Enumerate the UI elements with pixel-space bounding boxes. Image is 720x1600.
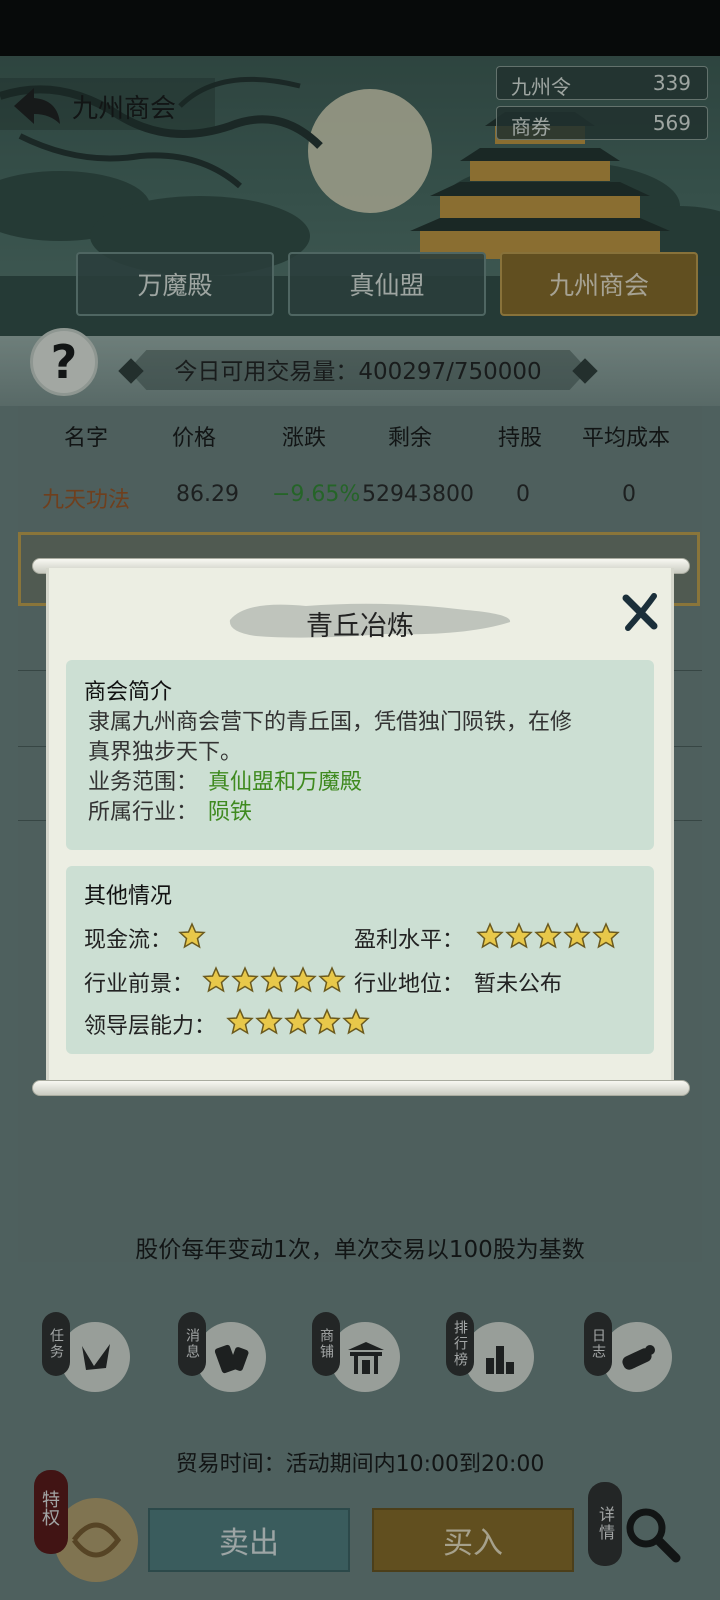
star-icon — [226, 1008, 254, 1035]
intro-line-2: 真界独步天下。 — [88, 740, 243, 765]
profit-rating — [476, 922, 620, 950]
intro-section: 商会简介 隶属九州商会营下的青丘国，凭借独门陨铁，在修 真界独步天下。 业务范围… — [66, 660, 654, 850]
other-heading: 其他情况 — [84, 884, 173, 909]
star-icon — [505, 922, 533, 949]
cashflow-label: 现金流： — [84, 928, 173, 953]
profit-label: 盈利水平： — [354, 928, 465, 953]
scope-value: 真仙盟和万魔殿 — [208, 770, 363, 795]
star-icon — [592, 922, 620, 949]
star-icon — [313, 1008, 341, 1035]
prospect-label: 行业前景： — [84, 972, 195, 997]
cashflow-rating — [178, 922, 206, 950]
star-icon — [202, 966, 230, 993]
scope-label: 业务范围： — [88, 770, 199, 795]
star-icon — [476, 922, 504, 949]
star-icon — [534, 922, 562, 949]
scroll-rod-bottom — [32, 1080, 690, 1096]
modal-title: 青丘冶炼 — [306, 611, 414, 642]
leadership-label: 领导层能力： — [84, 1014, 217, 1039]
star-icon — [231, 966, 259, 993]
industry-value: 陨铁 — [208, 800, 253, 825]
other-info-section: 其他情况 现金流： 盈利水平： 行业前景： 行业地位： 暂未公布 领导层能力： — [66, 866, 654, 1054]
star-icon — [342, 1008, 370, 1035]
industry-label: 所属行业： — [88, 800, 199, 825]
star-icon — [289, 966, 317, 993]
star-icon — [260, 966, 288, 993]
star-icon — [284, 1008, 312, 1035]
position-value: 暂未公布 — [474, 972, 563, 997]
star-icon — [178, 922, 206, 949]
intro-heading: 商会简介 — [84, 680, 173, 705]
close-icon[interactable] — [620, 592, 660, 632]
prospect-rating — [202, 966, 346, 994]
star-icon — [255, 1008, 283, 1035]
intro-line-1: 隶属九州商会营下的青丘国，凭借独门陨铁，在修 — [88, 710, 573, 735]
star-icon — [563, 922, 591, 949]
position-label: 行业地位： — [354, 972, 465, 997]
star-icon — [318, 966, 346, 993]
leadership-rating — [226, 1008, 370, 1036]
